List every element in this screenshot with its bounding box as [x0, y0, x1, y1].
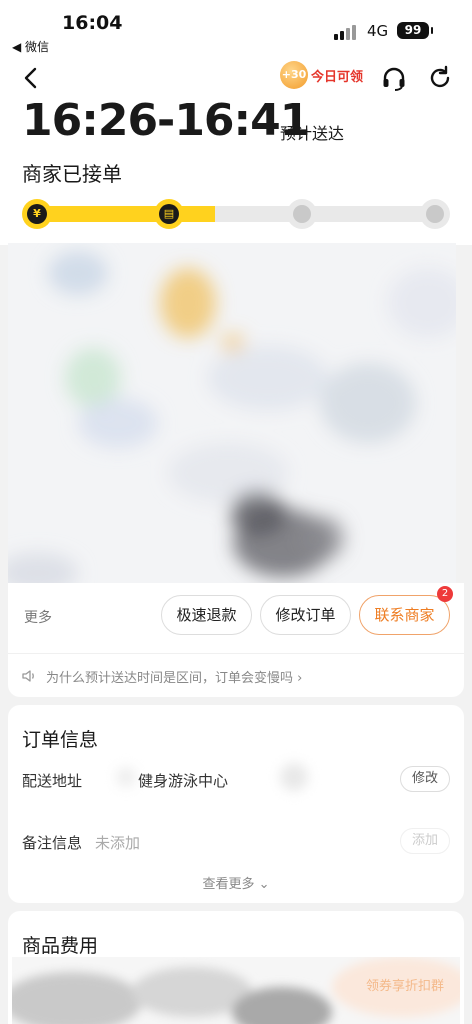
edit-address-button[interactable]: 修改: [399, 766, 450, 792]
step-delivered: [420, 199, 450, 229]
map-background: [8, 243, 456, 583]
status-bar: 16:04 ◀ 微信 4G 99: [0, 0, 472, 56]
step-rider: [287, 199, 317, 229]
refresh-icon[interactable]: [426, 64, 454, 92]
quick-refund-button[interactable]: 极速退款: [161, 595, 252, 635]
step-paid: ¥: [22, 199, 52, 229]
signal-icon: [334, 24, 358, 40]
contact-merchant-label: 联系商家: [374, 606, 435, 624]
coin-icon: +30: [280, 61, 308, 89]
eta-help-text: 为什么预计送达时间是区间，订单会变慢吗 ›: [46, 671, 303, 686]
more-button[interactable]: 更多: [24, 607, 52, 627]
back-to-app-link[interactable]: ◀ 微信: [12, 38, 49, 55]
order-info-title: 订单信息: [22, 729, 99, 751]
add-note-button[interactable]: 添加: [399, 828, 450, 854]
goods-title: 商品费用: [22, 935, 99, 957]
eta-help-link[interactable]: 为什么预计送达时间是区间，订单会变慢吗 ›: [8, 653, 464, 697]
goods-banner-text: 领券享折扣群: [365, 979, 444, 994]
headset-icon[interactable]: [380, 64, 408, 92]
contact-merchant-button[interactable]: 联系商家 2: [359, 586, 453, 635]
delivered-icon: [426, 205, 444, 223]
promo-label: 今日可领: [311, 70, 364, 85]
goods-banner[interactable]: 领券享折扣群: [12, 957, 460, 1024]
see-more-button[interactable]: 查看更多 ⌄: [8, 873, 464, 892]
progress-fill: [24, 206, 215, 222]
battery-level: 99: [404, 23, 422, 37]
eta-range: 16:26-16:41: [22, 95, 310, 146]
note-label: 备注信息: [22, 834, 83, 852]
step-merchant: ▤: [154, 199, 184, 229]
goods-card: 商品费用 领券享折扣群: [8, 911, 464, 1024]
redacted-blur: [280, 763, 308, 791]
order-info-card: 订单信息 配送地址 健身游泳中心 修改 备注信息 未添加 添加 查看更多 ⌄: [8, 705, 464, 903]
modify-order-button[interactable]: 修改订单: [260, 595, 351, 635]
delivery-map[interactable]: [8, 243, 456, 583]
rider-icon: [293, 205, 311, 223]
order-actions: 更多 极速退款 修改订单 联系商家 2: [8, 583, 464, 653]
address-value: 健身游泳中心: [138, 772, 229, 790]
battery-icon: 99: [397, 22, 433, 39]
speaker-icon: [21, 668, 37, 684]
status-time: 16:04: [62, 12, 123, 34]
network-type: 4G: [367, 22, 389, 40]
unread-badge: 2: [437, 586, 453, 602]
back-icon[interactable]: [18, 64, 46, 92]
promo-amount: +30: [281, 68, 307, 81]
address-label: 配送地址: [22, 772, 83, 790]
order-status: 商家已接单: [22, 162, 122, 186]
top-panel: 16:04 ◀ 微信 4G 99 +30 今日可领 16:26-16:41 预计…: [0, 0, 472, 245]
merchant-icon: ▤: [159, 204, 179, 224]
daily-reward-button[interactable]: +30 今日可领: [280, 61, 365, 89]
paid-icon: ¥: [27, 204, 47, 224]
eta-label: 预计送达: [280, 124, 345, 143]
note-value: 未添加: [95, 834, 141, 852]
redacted-blur: [116, 767, 136, 787]
